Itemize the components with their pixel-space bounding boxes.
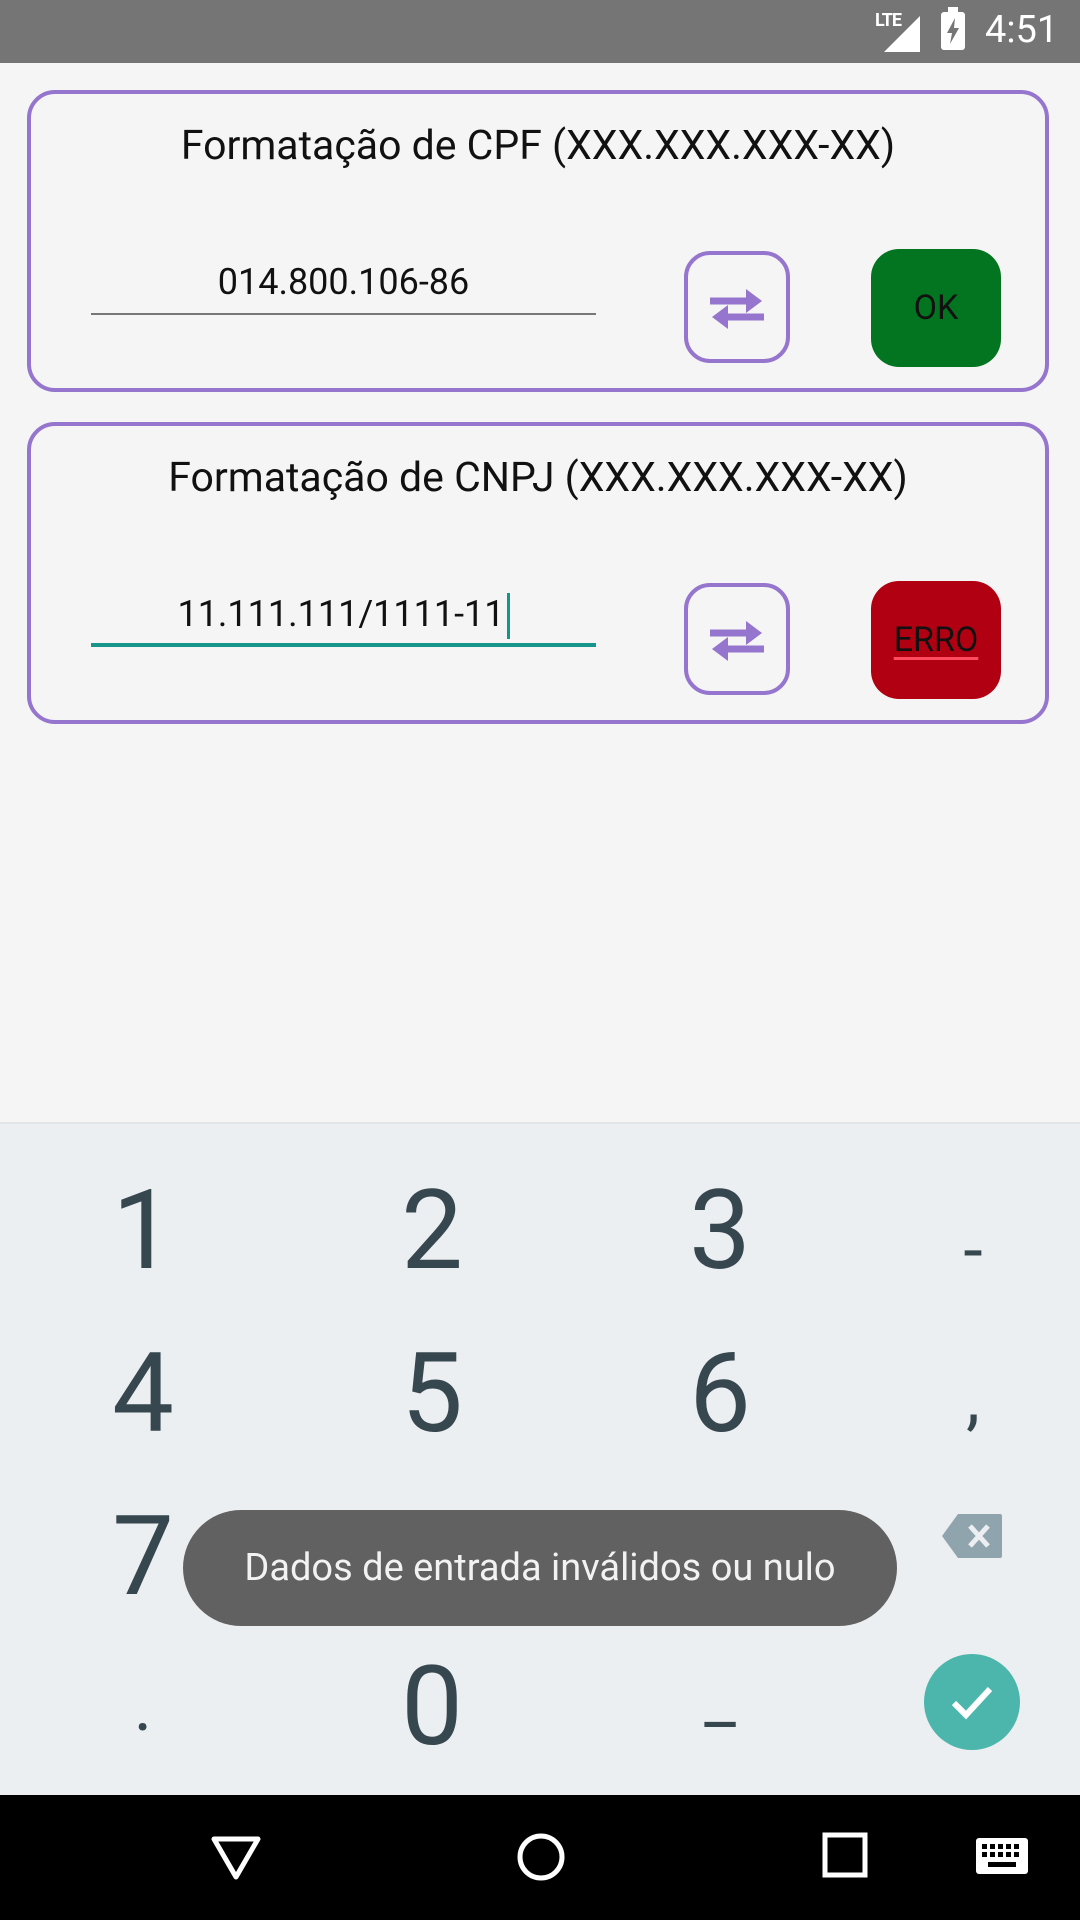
status-bar: LTE 4:51 <box>0 0 1080 63</box>
cpf-card: Formatação de CPF (XXX.XXX.XXX-XX) 014.8… <box>27 90 1049 392</box>
keyboard-icon[interactable] <box>975 1837 1029 1875</box>
key-4[interactable]: 4 <box>73 1339 213 1449</box>
cnpj-status-label: ERRO <box>893 620 979 660</box>
key-period[interactable]: . <box>73 1652 213 1762</box>
key-comma[interactable]: , <box>903 1344 1043 1454</box>
key-minus[interactable]: - <box>903 1196 1043 1306</box>
cpf-swap-button[interactable] <box>684 251 790 363</box>
navigation-bar <box>0 1795 1080 1920</box>
key-2[interactable]: 2 <box>362 1176 502 1286</box>
clock: 4:51 <box>985 8 1059 52</box>
cpf-status-button[interactable]: OK <box>871 249 1001 367</box>
error-toast: Dados de entrada inválidos ou nulo <box>183 1510 897 1626</box>
cnpj-title: Formatação de CNPJ (XXX.XXX.XXX-XX) <box>168 454 908 502</box>
numeric-keyboard: 1 2 3 - 4 5 6 , 7 8 9 . 0 _ <box>0 1122 1080 1797</box>
back-icon[interactable] <box>210 1831 262 1883</box>
cnpj-status-button[interactable]: ERRO <box>871 581 1001 699</box>
cpf-status-label: OK <box>913 288 959 328</box>
key-3[interactable]: 3 <box>650 1176 790 1286</box>
check-icon <box>951 1686 993 1720</box>
home-icon[interactable] <box>515 1831 567 1883</box>
cpf-input-value: 014.800.106-86 <box>217 261 470 303</box>
key-space[interactable]: _ <box>650 1644 790 1754</box>
recents-icon[interactable] <box>821 1831 869 1879</box>
signal-icon <box>884 16 920 52</box>
key-6[interactable]: 6 <box>650 1339 790 1449</box>
key-1[interactable]: 1 <box>73 1176 213 1286</box>
key-0[interactable]: 0 <box>362 1652 502 1762</box>
cnpj-input-value: 11.111.111/1111-11 <box>177 593 505 635</box>
cnpj-input[interactable]: 11.111.111/1111-11 <box>91 581 596 647</box>
swap-arrows-icon <box>710 289 764 329</box>
cpf-title: Formatação de CPF (XXX.XXX.XXX-XX) <box>180 122 896 170</box>
done-button[interactable] <box>924 1654 1020 1750</box>
backspace-icon[interactable] <box>940 1512 1004 1560</box>
cnpj-card: Formatação de CNPJ (XXX.XXX.XXX-XX) 11.1… <box>27 422 1049 724</box>
key-5[interactable]: 5 <box>362 1339 502 1449</box>
swap-arrows-icon <box>710 621 764 661</box>
cnpj-swap-button[interactable] <box>684 583 790 695</box>
battery-charging-icon <box>941 7 965 50</box>
cpf-input[interactable]: 014.800.106-86 <box>91 249 596 315</box>
text-cursor <box>506 593 510 640</box>
